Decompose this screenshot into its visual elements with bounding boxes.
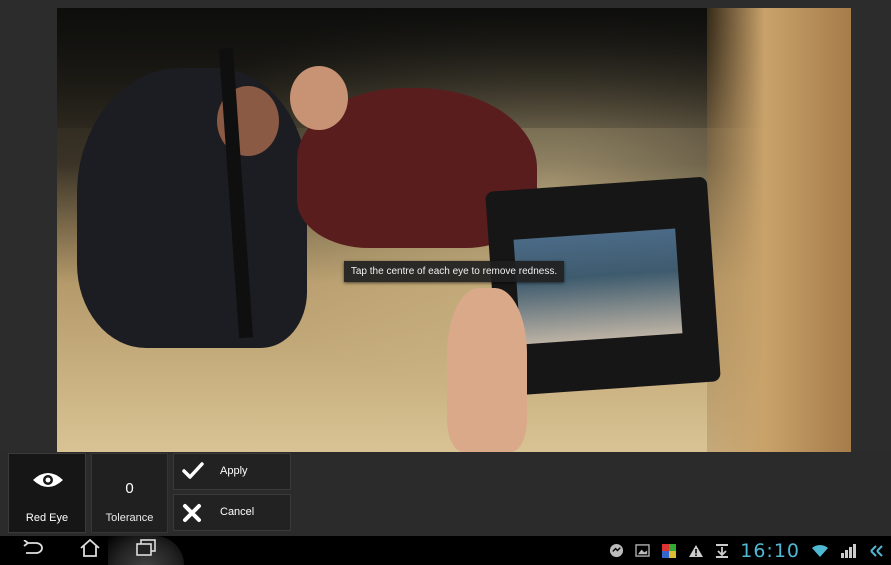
home-button[interactable] <box>75 536 105 565</box>
home-icon <box>79 538 101 562</box>
apply-label: Apply <box>220 465 248 477</box>
photo-tablet-screen <box>513 228 683 345</box>
signal-icon <box>840 543 858 558</box>
battery-icon <box>869 544 885 558</box>
wifi-icon <box>811 544 829 558</box>
recent-apps-button[interactable] <box>108 536 184 565</box>
photo-child-center-face <box>290 66 348 130</box>
gallery-icon <box>635 544 650 557</box>
tolerance-control[interactable]: 0 Tolerance <box>91 453 168 533</box>
red-eye-tool[interactable]: Red Eye <box>8 453 86 533</box>
app-icon <box>661 543 677 559</box>
clock: 16:10 <box>740 539 800 562</box>
cancel-button[interactable]: Cancel <box>173 494 291 531</box>
messenger-icon <box>609 543 624 558</box>
warning-icon <box>688 544 704 558</box>
system-navigation-bar: 16:10 <box>0 536 891 565</box>
cancel-label: Cancel <box>220 506 255 518</box>
checkmark-icon <box>182 462 204 485</box>
photo-hand <box>447 288 527 452</box>
tolerance-value: 0 <box>125 480 134 497</box>
photo-canvas[interactable] <box>57 8 851 452</box>
red-eye-label: Red Eye <box>25 512 69 524</box>
instruction-tooltip: Tap the centre of each eye to remove red… <box>344 261 564 282</box>
status-area[interactable]: 16:10 <box>609 536 885 565</box>
apply-button[interactable]: Apply <box>173 453 291 490</box>
recent-apps-icon <box>135 539 157 562</box>
tolerance-label: Tolerance <box>105 512 154 524</box>
back-button[interactable] <box>18 536 48 565</box>
edit-toolbar: Red Eye 0 Tolerance Apply Cancel <box>0 452 891 536</box>
close-icon <box>182 503 202 528</box>
back-icon <box>22 539 44 561</box>
download-icon <box>715 543 729 558</box>
eye-icon <box>32 470 64 495</box>
photo-hair-right <box>707 8 851 452</box>
